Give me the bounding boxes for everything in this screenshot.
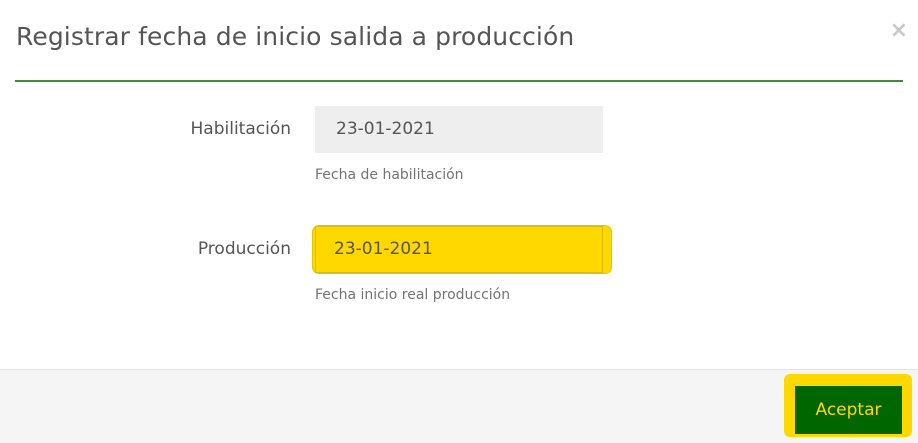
habilitacion-field[interactable] xyxy=(315,106,603,153)
habilitacion-help: Fecha de habilitación xyxy=(315,167,464,183)
dialog-footer xyxy=(0,369,918,443)
close-icon[interactable]: × xyxy=(890,20,908,42)
dialog: Registrar fecha de inicio salida a produ… xyxy=(0,0,918,443)
dialog-header: Registrar fecha de inicio salida a produ… xyxy=(0,0,918,82)
header-divider xyxy=(15,80,903,82)
produccion-label: Producción xyxy=(197,239,291,259)
habilitacion-label: Habilitación xyxy=(190,119,292,139)
dialog-title: Registrar fecha de inicio salida a produ… xyxy=(16,22,575,51)
produccion-field[interactable] xyxy=(313,226,611,273)
accept-button[interactable]: Aceptar xyxy=(795,386,902,434)
produccion-help: Fecha inicio real producción xyxy=(315,287,511,303)
